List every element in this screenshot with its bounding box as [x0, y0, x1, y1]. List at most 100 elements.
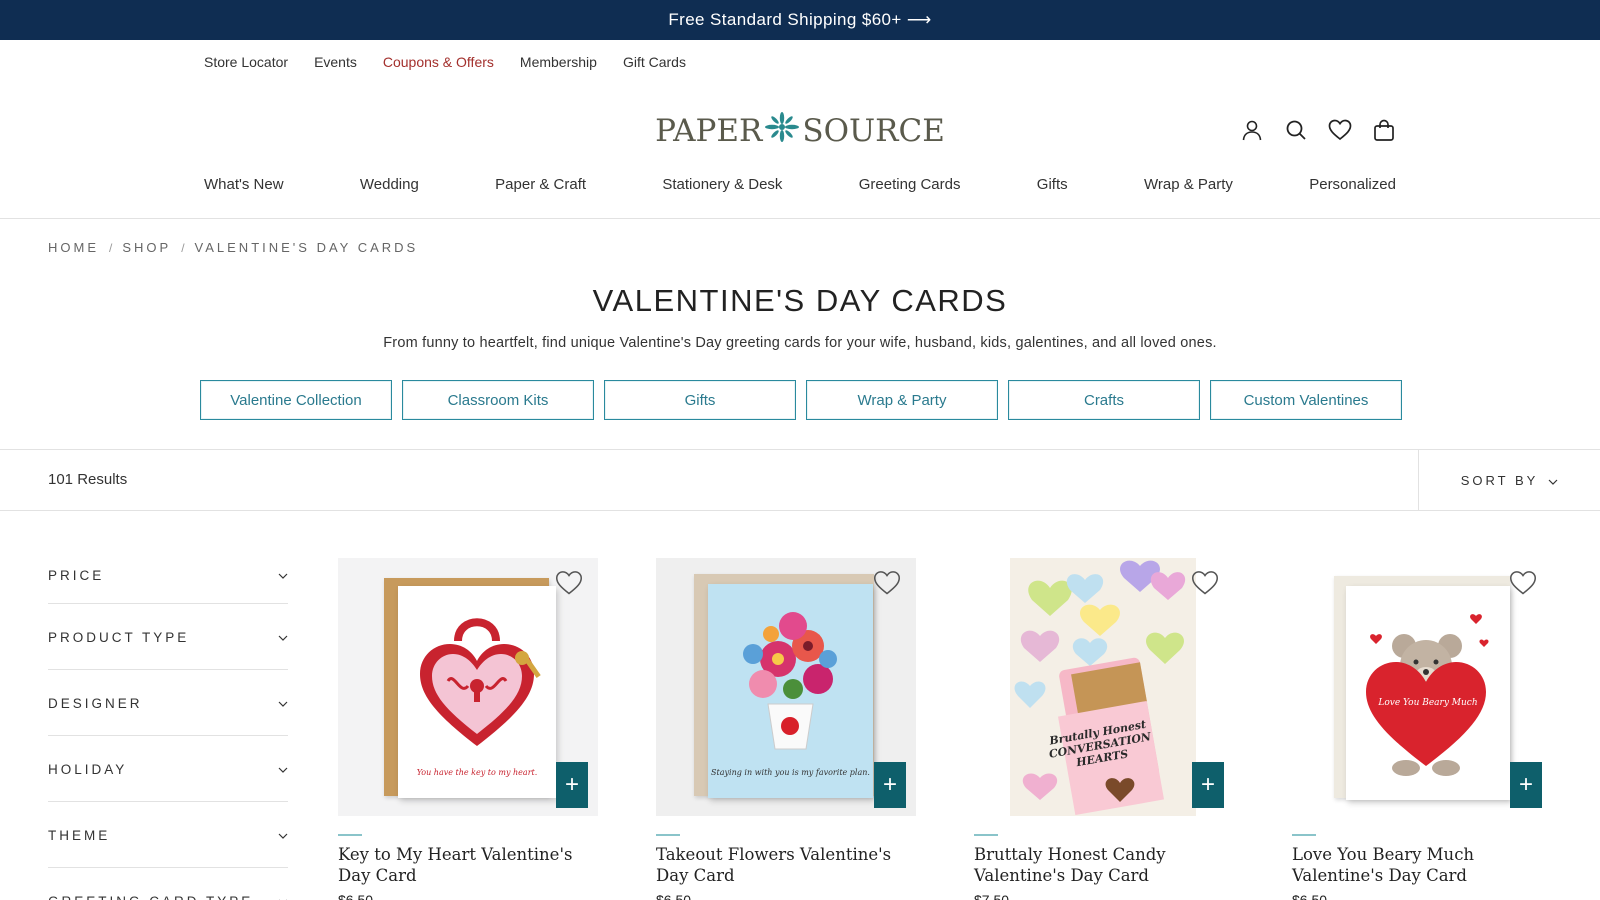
nav-wedding[interactable]: Wedding: [360, 176, 419, 193]
sort-by-dropdown[interactable]: SORT BY: [1418, 450, 1600, 510]
sort-by-label: SORT BY: [1460, 472, 1539, 488]
product-card: Staying in with you is my favorite plan.…: [656, 558, 916, 900]
wishlist-heart-icon[interactable]: [1328, 118, 1352, 142]
header-actions: [1240, 118, 1396, 142]
cart-bag-icon[interactable]: [1372, 118, 1396, 142]
search-icon[interactable]: [1284, 118, 1308, 142]
filter-greeting-card-type[interactable]: GREETING CARD TYPE: [48, 868, 288, 900]
chip-valentine-collection[interactable]: Valentine Collection: [200, 380, 392, 420]
nav-stationery-desk[interactable]: Stationery & Desk: [662, 176, 782, 193]
heart-lock-illustration: [420, 618, 541, 746]
breadcrumb-shop[interactable]: SHOP: [122, 240, 171, 255]
nav-greeting-cards[interactable]: Greeting Cards: [859, 176, 961, 193]
chip-gifts[interactable]: Gifts: [604, 380, 796, 420]
chevron-down-icon: [278, 893, 288, 900]
nav-personalized[interactable]: Personalized: [1309, 176, 1396, 193]
add-to-cart-button[interactable]: +: [556, 762, 588, 808]
filter-label: PRICE: [48, 567, 105, 583]
product-image[interactable]: Brutally Honest CONVERSATION HEARTS +: [974, 558, 1234, 816]
logo-flower-icon: [765, 112, 800, 150]
plus-icon: +: [1200, 771, 1215, 798]
chevron-down-icon: [278, 827, 288, 842]
product-price: $6.50: [1292, 892, 1328, 900]
accent-bar: [338, 834, 362, 836]
flower-bouquet-illustration: [743, 612, 837, 750]
product-price: $7.50: [974, 892, 1010, 900]
plus-icon: +: [882, 771, 897, 798]
breadcrumb-home[interactable]: HOME: [48, 240, 99, 255]
add-to-cart-button[interactable]: +: [874, 762, 906, 808]
chip-custom-valentines[interactable]: Custom Valentines: [1210, 380, 1402, 420]
gift-cards-link[interactable]: Gift Cards: [623, 54, 686, 70]
accent-bar: [974, 834, 998, 836]
coupons-link[interactable]: Coupons & Offers: [383, 54, 494, 70]
wishlist-heart-icon[interactable]: [872, 568, 902, 598]
card-caption: Staying in with you is my favorite plan.: [711, 768, 870, 777]
chevron-down-icon: [278, 567, 288, 582]
filter-theme[interactable]: THEME: [48, 802, 288, 868]
product-image[interactable]: Staying in with you is my favorite plan.…: [656, 558, 916, 816]
card-caption: You have the key to my heart.: [416, 768, 538, 777]
page-subtitle: From funny to heartfelt, find unique Val…: [383, 335, 1217, 351]
product-image[interactable]: You have the key to my heart. +: [338, 558, 598, 816]
filter-label: GREETING CARD TYPE: [48, 892, 253, 900]
card-image: Brutally Honest CONVERSATION HEARTS: [1010, 558, 1196, 816]
filter-holiday[interactable]: HOLIDAY: [48, 736, 288, 802]
account-icon[interactable]: [1240, 118, 1264, 142]
product-price: $6.50: [656, 892, 692, 900]
page-title: VALENTINE'S DAY CARDS: [592, 283, 1008, 318]
filter-label: DESIGNER: [48, 696, 143, 711]
nav-divider: [0, 218, 1600, 219]
utility-nav: Store Locator Events Coupons & Offers Me…: [204, 54, 686, 70]
accent-bar: [656, 834, 680, 836]
accent-bar: [1292, 834, 1316, 836]
membership-link[interactable]: Membership: [520, 54, 597, 70]
product-name[interactable]: Takeout Flowers Valentine's Day Card: [656, 844, 916, 886]
filter-price[interactable]: PRICE: [48, 545, 288, 604]
product-name[interactable]: Love You Beary Much Valentine's Day Card: [1292, 844, 1552, 886]
wishlist-heart-icon[interactable]: [1190, 568, 1220, 598]
filter-sidebar: PRICE PRODUCT TYPE DESIGNER HOLIDAY THEM…: [48, 545, 288, 900]
store-locator-link[interactable]: Store Locator: [204, 54, 288, 70]
site-logo[interactable]: PAPER SOURCE: [650, 111, 950, 151]
card-image: Love You Beary Much: [1346, 586, 1510, 800]
breadcrumb-current: VALENTINE'S DAY CARDS: [194, 240, 419, 255]
main-nav: What's New Wedding Paper & Craft Station…: [204, 176, 1396, 193]
breadcrumb-separator: /: [109, 240, 113, 255]
product-price: $6.50: [338, 892, 374, 900]
filter-product-type[interactable]: PRODUCT TYPE: [48, 604, 288, 670]
nav-paper-craft[interactable]: Paper & Craft: [495, 176, 586, 193]
product-grid: You have the key to my heart. + Key to M…: [338, 558, 1552, 900]
breadcrumb-separator: /: [181, 240, 185, 255]
chip-classroom-kits[interactable]: Classroom Kits: [402, 380, 594, 420]
nav-gifts[interactable]: Gifts: [1037, 176, 1068, 193]
chevron-down-icon: [278, 629, 288, 644]
promo-banner: Free Standard Shipping $60+ ⟶: [0, 0, 1600, 40]
card-caption: Love You Beary Much: [1378, 698, 1478, 708]
product-card: Love You Beary Much + Love You Beary Muc…: [1292, 558, 1552, 900]
filter-label: THEME: [48, 828, 111, 843]
chevron-down-icon: [1548, 473, 1558, 488]
plus-icon: +: [1518, 771, 1533, 798]
product-card: You have the key to my heart. + Key to M…: [338, 558, 598, 900]
add-to-cart-button[interactable]: +: [1510, 762, 1542, 808]
logo-text-right: SOURCE: [802, 113, 945, 149]
wishlist-heart-icon[interactable]: [1508, 568, 1538, 598]
nav-wrap-party[interactable]: Wrap & Party: [1144, 176, 1233, 193]
product-name[interactable]: Bruttaly Honest Candy Valentine's Day Ca…: [974, 844, 1234, 886]
bear-heart-illustration: [1366, 614, 1489, 776]
product-image[interactable]: Love You Beary Much +: [1292, 558, 1552, 816]
chip-crafts[interactable]: Crafts: [1008, 380, 1200, 420]
candy-hearts-illustration: [1014, 560, 1186, 816]
nav-whats-new[interactable]: What's New: [204, 176, 284, 193]
wishlist-heart-icon[interactable]: [554, 568, 584, 598]
filter-designer[interactable]: DESIGNER: [48, 670, 288, 736]
chevron-down-icon: [278, 695, 288, 710]
card-image: Staying in with you is my favorite plan.: [708, 584, 873, 798]
promo-link[interactable]: Free Standard Shipping $60+ ⟶: [668, 10, 931, 30]
events-link[interactable]: Events: [314, 54, 357, 70]
add-to-cart-button[interactable]: +: [1192, 762, 1224, 808]
product-name[interactable]: Key to My Heart Valentine's Day Card: [338, 844, 598, 886]
product-card: Brutally Honest CONVERSATION HEARTS + Br…: [974, 558, 1234, 900]
chip-wrap-party[interactable]: Wrap & Party: [806, 380, 998, 420]
